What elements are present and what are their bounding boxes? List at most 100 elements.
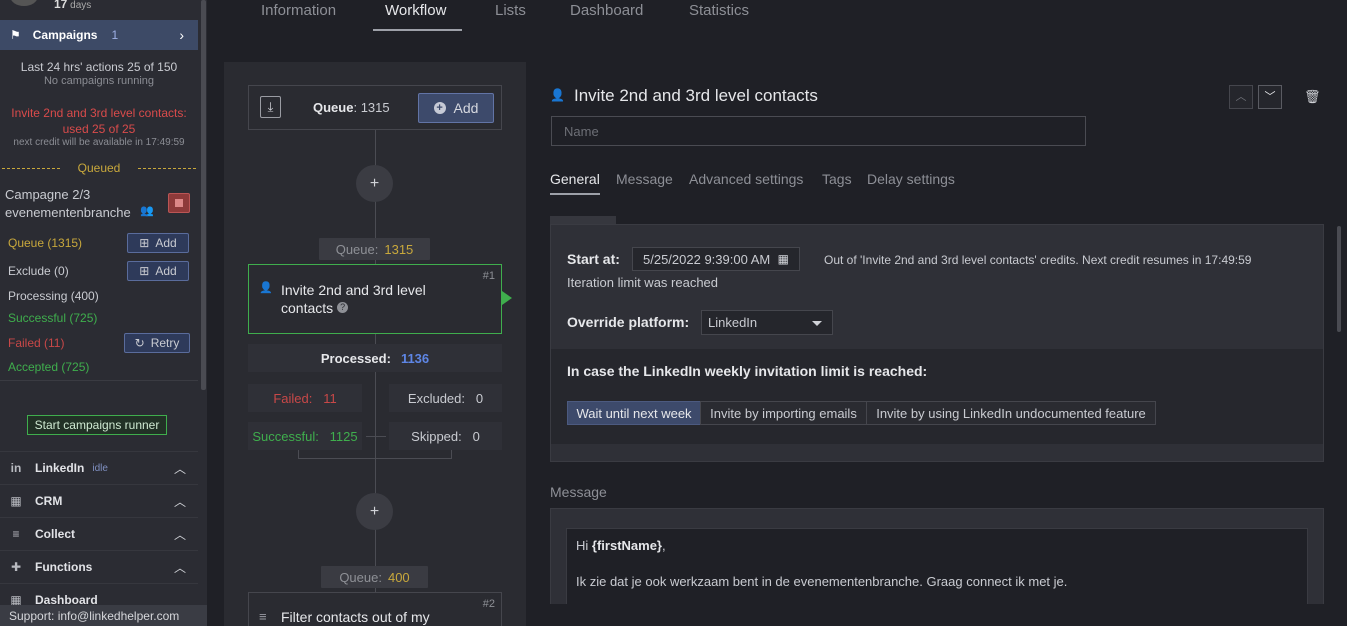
option-undocumented-feature[interactable]: Invite by using LinkedIn undocumented fe… xyxy=(866,401,1156,425)
queue-source-node[interactable]: ⤓ Queue: 1315 + Add xyxy=(248,85,502,130)
detail-title: Invite 2nd and 3rd level contacts xyxy=(574,86,818,105)
step-title: Invite 2nd and 3rd level contacts? xyxy=(281,282,426,316)
processed-stat: Processed: 1136 xyxy=(248,344,502,372)
invite-limit-warning: Invite 2nd and 3rd level contacts: used … xyxy=(11,106,187,136)
chevron-up-icon: ︿ xyxy=(173,527,186,542)
message-section-label: Message xyxy=(550,484,607,500)
puzzle-icon: ✚ xyxy=(10,560,22,574)
option-import-emails[interactable]: Invite by importing emails xyxy=(700,401,867,425)
panel-tab xyxy=(550,216,616,224)
sidebar-section-crm[interactable]: ▦ CRM ︿ xyxy=(0,484,198,517)
add-icon: ⊞ xyxy=(139,236,150,250)
add-person-icon: 👤 xyxy=(259,282,273,294)
iteration-limit-text: Iteration limit was reached xyxy=(567,275,719,290)
divider xyxy=(0,380,198,381)
step-number: #2 xyxy=(482,598,495,610)
selected-arrow-icon xyxy=(502,291,512,305)
move-down-button[interactable]: ﹀ xyxy=(1258,85,1282,109)
caret-down-icon xyxy=(812,321,822,326)
tab-statistics[interactable]: Statistics xyxy=(689,2,749,19)
next-credit-text: next credit will be available in 17:49:5… xyxy=(13,137,185,148)
trash-icon[interactable]: 🗑 xyxy=(1304,89,1321,105)
retry-icon: ↻ xyxy=(134,336,145,350)
add-to-queue-button[interactable]: + Add xyxy=(418,93,494,123)
chevron-up-icon: ︿ xyxy=(173,461,186,476)
step-title: Filter contacts out of my xyxy=(281,609,430,625)
sidebar-section-linkedin[interactable]: in LinkedIn idle ︿ xyxy=(0,451,198,484)
tab-advanced-settings[interactable]: Advanced settings xyxy=(689,171,803,187)
connector xyxy=(366,436,386,437)
actions-summary: Last 24 hrs' actions 25 of 150 xyxy=(20,60,178,74)
step2-queue-pill: Queue: 400 xyxy=(321,566,428,588)
queue-add-button[interactable]: ⊞ Add xyxy=(127,233,189,253)
support-link[interactable]: Support: info@linkedhelper.com xyxy=(0,605,207,626)
start-at-datetime-input[interactable]: 5/25/2022 9:39:00 AM ▦ xyxy=(632,247,800,271)
tab-message[interactable]: Message xyxy=(616,171,673,187)
failed-row[interactable]: Failed (11) xyxy=(8,336,64,350)
help-icon[interactable]: ? xyxy=(337,302,349,313)
active-tab-indicator xyxy=(550,193,600,195)
tab-dashboard[interactable]: Dashboard xyxy=(570,2,643,19)
queued-divider: Queued xyxy=(0,161,198,175)
campaign-name[interactable]: Campagne 2/3 evenementenbranche xyxy=(5,186,145,222)
excluded-stat[interactable]: Excluded: 0 xyxy=(389,384,502,412)
override-platform-label: Override platform: xyxy=(567,314,690,330)
weekly-limit-title: In case the LinkedIn weekly invitation l… xyxy=(567,363,928,379)
no-campaigns-text: No campaigns running xyxy=(43,75,155,87)
tab-delay-settings[interactable]: Delay settings xyxy=(867,171,955,187)
message-greeting: Hi {firstName}, xyxy=(576,538,666,553)
skipped-stat[interactable]: Skipped: 0 xyxy=(389,422,502,450)
people-icon: 👥 xyxy=(140,205,154,217)
insert-step-button[interactable]: + xyxy=(356,165,393,202)
campaigns-header[interactable]: ⚑ Campaigns 1 › xyxy=(0,20,198,50)
chevron-up-icon: ︿ xyxy=(173,560,186,575)
tab-general[interactable]: General xyxy=(550,171,600,187)
insert-step-button[interactable]: + xyxy=(356,493,393,530)
viewport-bottom xyxy=(526,604,1347,626)
option-wait-next-week[interactable]: Wait until next week xyxy=(567,401,701,425)
step-invite-node[interactable]: 👤 Invite 2nd and 3rd level contacts? #1 xyxy=(248,264,502,334)
linkedin-icon: in xyxy=(10,461,22,475)
plus-icon: + xyxy=(433,102,446,114)
tab-information[interactable]: Information xyxy=(261,2,336,19)
sidebar-section-functions[interactable]: ✚ Functions ︿ xyxy=(0,550,198,583)
tab-lists[interactable]: Lists xyxy=(495,2,526,19)
retry-button[interactable]: ↻ Retry xyxy=(124,333,190,353)
processing-row[interactable]: Processing (400) xyxy=(8,289,99,303)
stop-campaign-button[interactable] xyxy=(168,193,190,213)
connector xyxy=(375,334,376,592)
move-up-button[interactable]: ︿ xyxy=(1229,85,1253,109)
successful-row[interactable]: Successful (725) xyxy=(8,311,97,325)
campaigns-label: Campaigns xyxy=(32,28,98,42)
successful-stat[interactable]: Successful: 1125 xyxy=(248,422,362,450)
active-tab-indicator xyxy=(373,29,462,31)
add-icon: ⊞ xyxy=(139,264,150,278)
filter-icon: ≡ xyxy=(259,609,267,624)
accepted-row[interactable]: Accepted (725) xyxy=(8,360,89,374)
detail-scrollbar[interactable] xyxy=(1337,226,1341,332)
list-icon: ≡ xyxy=(12,527,20,541)
calendar-icon[interactable]: ▦ xyxy=(778,252,789,266)
campaigns-count: 1 xyxy=(111,28,119,42)
tab-workflow[interactable]: Workflow xyxy=(385,2,446,19)
exclude-add-button[interactable]: ⊞ Add xyxy=(127,261,189,281)
override-platform-select[interactable]: LinkedIn xyxy=(701,310,833,335)
flag-icon: ⚑ xyxy=(10,28,21,42)
avatar[interactable] xyxy=(10,0,38,6)
add-person-icon: 👤 xyxy=(550,88,565,102)
status-badge: idle xyxy=(92,462,108,474)
step-filter-node[interactable]: ≡ Filter contacts out of my #2 xyxy=(248,592,502,626)
failed-stat[interactable]: Failed: 11 xyxy=(248,384,362,412)
exclude-row[interactable]: Exclude (0) xyxy=(8,264,69,278)
days-counter: 17 days xyxy=(54,0,92,11)
tab-tags[interactable]: Tags xyxy=(822,171,852,187)
sidebar-section-collect[interactable]: ≡ Collect ︿ xyxy=(0,517,198,550)
sidebar-scrollbar[interactable] xyxy=(201,0,206,390)
connector xyxy=(298,458,452,459)
start-campaigns-runner-button[interactable]: Start campaigns runner xyxy=(27,415,167,435)
credit-status-text: Out of 'Invite 2nd and 3rd level contact… xyxy=(824,253,1252,267)
chevron-right-icon: › xyxy=(179,27,184,43)
step1-queue-pill: Queue: 1315 xyxy=(319,238,430,260)
name-input[interactable] xyxy=(551,116,1086,146)
queue-row[interactable]: Queue (1315) xyxy=(8,236,82,250)
